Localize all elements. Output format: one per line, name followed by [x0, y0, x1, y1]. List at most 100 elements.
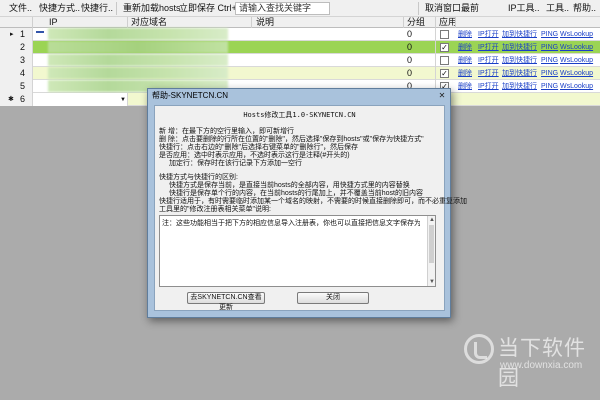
- delete-link[interactable]: 删除: [458, 41, 472, 54]
- wslookup-link[interactable]: WsLookup: [560, 54, 593, 67]
- help-section-title: 快捷方式与快捷行的区别:: [159, 174, 238, 181]
- ip-cell-blurred[interactable]: [48, 54, 228, 66]
- ip-open-link[interactable]: IP打开: [478, 28, 499, 41]
- add-quick-row-link[interactable]: 加到快捷行: [502, 80, 537, 93]
- registry-info-textarea[interactable]: 注：这些功能相当于把下方的相应信息导入注册表，你也可以直接把信息文字保存为.re…: [159, 215, 436, 287]
- delete-link[interactable]: 删除: [458, 80, 472, 93]
- vertical-scrollbar[interactable]: ▲ ▼: [427, 216, 435, 286]
- row-number: 2: [0, 41, 33, 54]
- table-row[interactable]: 2 0 ✓ 删除 IP打开 加到快捷行 PING WsLookup: [0, 41, 600, 54]
- header-rownum: [0, 17, 33, 28]
- ping-link[interactable]: PING: [541, 67, 558, 80]
- row-number-label: 3: [20, 55, 26, 65]
- toolbar: 文件.. 快捷方式.. 快捷行.. 重新加载hosts 立即保存 Ctrl+S …: [0, 0, 600, 17]
- close-button[interactable]: 关闭: [297, 292, 369, 304]
- help-dialog: 帮助-SKYNETCN.CN ✕ Hosts修改工具1.0-SKYNETCN.C…: [147, 88, 467, 318]
- new-row-icon: ✱: [8, 96, 14, 103]
- scroll-down-icon[interactable]: ▼: [428, 278, 436, 286]
- toolbar-separator: [116, 2, 117, 15]
- ip-cell-blurred[interactable]: [48, 67, 228, 79]
- ip-open-link[interactable]: IP打开: [478, 41, 499, 54]
- row-number: ▸ 1: [0, 28, 33, 41]
- header-domain[interactable]: 对应域名: [128, 17, 252, 28]
- apply-checkbox[interactable]: [440, 56, 449, 65]
- menu-shortcuts[interactable]: 快捷方式..: [36, 0, 83, 17]
- group-cell[interactable]: 0: [404, 41, 436, 54]
- header-apply[interactable]: 应用: [436, 17, 456, 28]
- help-line: 快捷行：点击右边的"删除"后选择右键菜单的"删除行"，然后保存: [159, 144, 358, 151]
- header-ip[interactable]: IP: [33, 17, 128, 28]
- wslookup-link[interactable]: WsLookup: [560, 67, 593, 80]
- help-section-title: 工具里的"修改注册表相关菜单"说明:: [159, 206, 271, 213]
- group-cell[interactable]: 0: [404, 67, 436, 80]
- watermark-url: www.downxia.com: [500, 360, 583, 371]
- ip-open-link[interactable]: IP打开: [478, 67, 499, 80]
- table-row[interactable]: 4 0 ✓ 删除 IP打开 加到快捷行 PING WsLookup: [0, 67, 600, 80]
- ip-cell-blurred[interactable]: [48, 41, 228, 53]
- menu-help[interactable]: 帮助..: [570, 0, 599, 17]
- ping-link[interactable]: PING: [541, 54, 558, 67]
- row-number-label: 5: [20, 81, 26, 91]
- textarea-content: 注：这些功能相当于把下方的相应信息导入注册表，你也可以直接把信息文字保存为.re…: [162, 220, 420, 227]
- search-input[interactable]: 请输入查找关键字: [235, 2, 330, 15]
- ip-open-link[interactable]: IP打开: [478, 54, 499, 67]
- dropdown-arrow-icon[interactable]: ▼: [120, 97, 126, 103]
- help-line: 是否应用：选中时表示应用，不选时表示这行是注释(#开头的): [159, 152, 350, 159]
- ip-open-link[interactable]: IP打开: [478, 80, 499, 93]
- group-cell[interactable]: 0: [404, 54, 436, 67]
- grid-header: IP 对应域名 说明 分组 应用: [0, 17, 600, 28]
- apply-checkbox[interactable]: [440, 30, 449, 39]
- current-row-icon: ▸: [10, 31, 14, 38]
- delete-link[interactable]: 删除: [458, 54, 472, 67]
- ping-link[interactable]: PING: [541, 41, 558, 54]
- add-quick-row-link[interactable]: 加到快捷行: [502, 54, 537, 67]
- wslookup-link[interactable]: WsLookup: [560, 41, 593, 54]
- header-description[interactable]: 说明: [252, 17, 404, 28]
- row-number: ✱ 6: [0, 93, 33, 106]
- row-number-label: 2: [20, 42, 26, 52]
- row-number: 5: [0, 80, 33, 93]
- scroll-up-icon[interactable]: ▲: [428, 216, 436, 224]
- ping-link[interactable]: PING: [541, 28, 558, 41]
- menu-file[interactable]: 文件..: [6, 0, 35, 17]
- delete-link[interactable]: 删除: [458, 28, 472, 41]
- minus-icon: [36, 31, 44, 33]
- row-number-label: 1: [20, 29, 26, 39]
- add-quick-row-link[interactable]: 加到快捷行: [502, 28, 537, 41]
- group-cell[interactable]: 0: [404, 28, 436, 41]
- visit-site-button[interactable]: 去SKYNETCN.CN查看更新: [187, 292, 265, 311]
- delete-link[interactable]: 删除: [458, 67, 472, 80]
- header-actions: [456, 17, 600, 28]
- toolbar-separator: [418, 2, 419, 15]
- help-line: 删 除：点击要删除的行所在位置的"删除"，然后选择"保存到hosts"或"保存为…: [159, 136, 424, 143]
- ip-input[interactable]: [33, 93, 128, 106]
- dialog-title: 帮助-SKYNETCN.CN: [152, 91, 229, 100]
- table-row[interactable]: 3 0 删除 IP打开 加到快捷行 PING WsLookup: [0, 54, 600, 67]
- apply-checkbox[interactable]: ✓: [440, 43, 449, 52]
- ip-cell-blurred[interactable]: [48, 28, 228, 40]
- menu-quick-rows[interactable]: 快捷行..: [78, 0, 116, 17]
- menu-tools[interactable]: 工具..: [543, 0, 572, 17]
- dialog-heading: Hosts修改工具1.0-SKYNETCN.CN: [243, 111, 356, 119]
- menu-ip-tools[interactable]: IP工具..: [505, 0, 543, 17]
- header-group[interactable]: 分组: [404, 17, 436, 28]
- table-row[interactable]: ▸ 1 0 删除 IP打开 加到快捷行 PING WsLookup: [0, 28, 600, 41]
- dialog-body: Hosts修改工具1.0-SKYNETCN.CN 新 增：在最下方的空行里输入，…: [154, 105, 467, 311]
- row-number: 3: [0, 54, 33, 67]
- downxia-logo-icon: [464, 334, 494, 364]
- help-line: 快捷方式是保存当前，是直接当前hosts的全部内容，用快捷方式里的内容替换: [169, 182, 410, 189]
- toggle-topmost-button[interactable]: 取消窗口最前: [422, 0, 482, 17]
- apply-checkbox[interactable]: ✓: [440, 69, 449, 78]
- scroll-thumb[interactable]: [429, 225, 434, 263]
- add-quick-row-link[interactable]: 加到快捷行: [502, 67, 537, 80]
- ping-link[interactable]: PING: [541, 80, 558, 93]
- reload-hosts-button[interactable]: 重新加载hosts: [120, 0, 184, 17]
- help-line: 加定行：保存时在该行记录下方添加一空行: [169, 160, 302, 167]
- row-number: 4: [0, 67, 33, 80]
- add-quick-row-link[interactable]: 加到快捷行: [502, 41, 537, 54]
- help-line: 新 增：在最下方的空行里输入，即可新增行: [159, 128, 294, 135]
- wslookup-link[interactable]: WsLookup: [560, 80, 593, 93]
- close-icon[interactable]: ✕: [436, 90, 448, 101]
- wslookup-link[interactable]: WsLookup: [560, 28, 593, 41]
- row-number-label: 6: [20, 94, 26, 104]
